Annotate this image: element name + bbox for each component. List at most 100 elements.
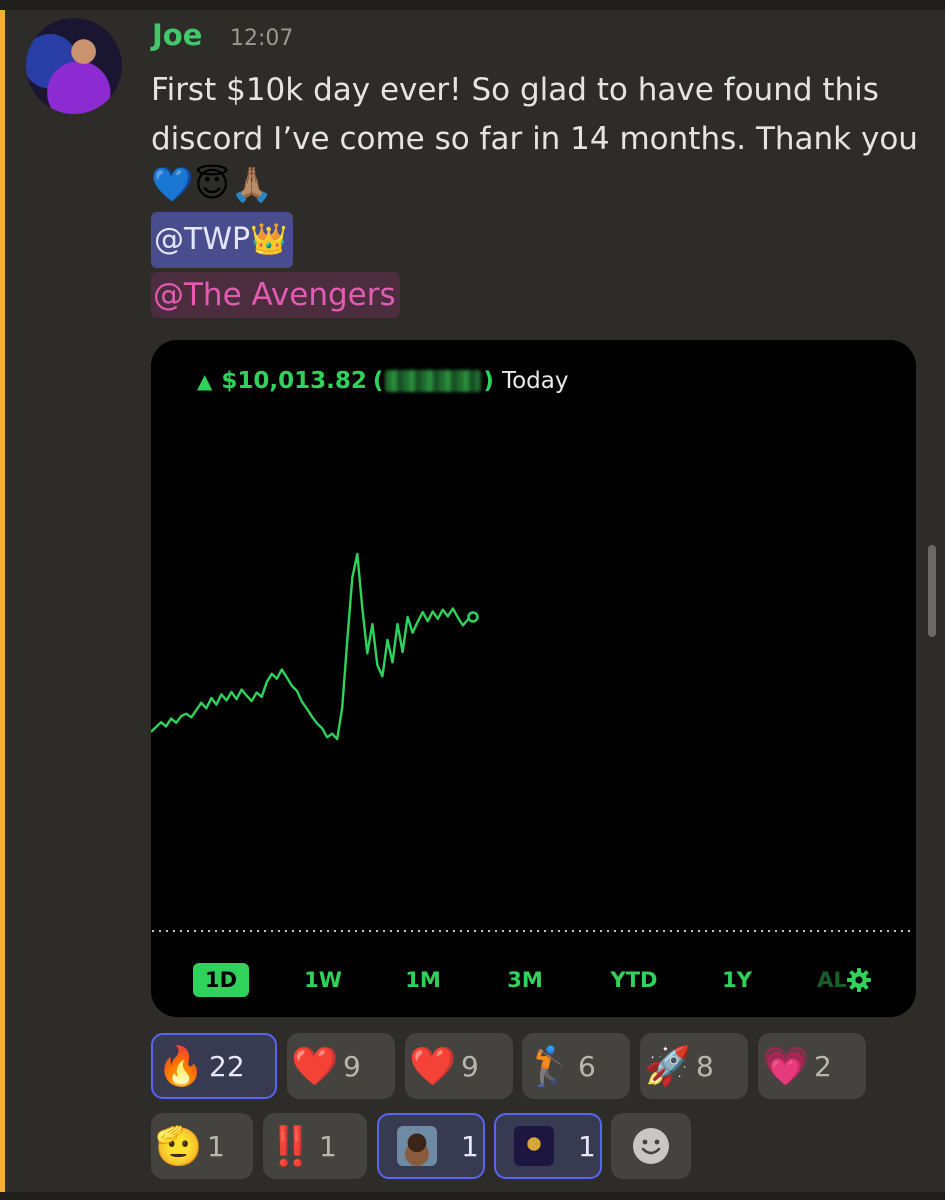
reaction-rocket[interactable]: 🚀 8: [640, 1033, 748, 1099]
baseline-dot: [711, 929, 715, 933]
baseline-dot: [249, 929, 253, 933]
baseline-dot: [732, 929, 736, 933]
gear-icon[interactable]: [846, 967, 872, 993]
scrollbar-thumb[interactable]: [928, 545, 936, 637]
reaction-red-heart-2[interactable]: ❤️ 9: [405, 1033, 513, 1099]
baseline-dot: [410, 929, 414, 933]
reaction-custom-crest[interactable]: 1: [494, 1113, 602, 1179]
baseline-dot: [753, 929, 757, 933]
baseline-dot: [641, 929, 645, 933]
fire-emoji: 🔥: [157, 1044, 205, 1088]
role-mention-twp[interactable]: @TWP 👑: [151, 212, 294, 268]
reaction-count: 1: [319, 1129, 337, 1163]
baseline-dot: [235, 929, 239, 933]
reaction-count: 6: [578, 1049, 596, 1083]
baseline-dot: [242, 929, 246, 933]
chart-series-line: [151, 552, 474, 741]
author-name[interactable]: Joe: [152, 18, 202, 52]
baseline-dot: [473, 929, 477, 933]
baseline-dot: [291, 929, 295, 933]
baseline-dot: [802, 929, 806, 933]
baseline-dot: [326, 929, 330, 933]
role-mention-avengers[interactable]: @The Avengers: [151, 272, 400, 318]
baseline-dot: [578, 929, 582, 933]
baseline-dot: [543, 929, 547, 933]
baseline-dot: [417, 929, 421, 933]
pink-heart-emoji: 💗: [762, 1044, 810, 1088]
baseline-dot: [893, 929, 897, 933]
baseline-dot: [879, 929, 883, 933]
reaction-red-heart[interactable]: ❤️ 9: [287, 1033, 395, 1099]
baseline-dot: [564, 929, 568, 933]
message-timestamp[interactable]: 12:07: [230, 26, 293, 51]
baseline-dot: [592, 929, 596, 933]
baseline-dot: [368, 929, 372, 933]
reaction-count: 8: [696, 1049, 714, 1083]
baseline-dot: [263, 929, 267, 933]
baseline-dot: [522, 929, 526, 933]
baseline-dot: [186, 929, 190, 933]
range-tab-3m[interactable]: 3M: [505, 963, 545, 997]
baseline-dot: [305, 929, 309, 933]
baseline-dot: [172, 929, 176, 933]
baseline-dot: [270, 929, 274, 933]
range-tab-all[interactable]: AL: [815, 963, 849, 997]
baseline-dot: [851, 929, 855, 933]
baseline-dot: [886, 929, 890, 933]
baseline-dot: [319, 929, 323, 933]
baseline-dot: [760, 929, 764, 933]
baseline-dot: [445, 929, 449, 933]
reaction-pink-heart[interactable]: 💗 2: [758, 1033, 866, 1099]
baseline-dot: [515, 929, 519, 933]
bottom-strip: [0, 1192, 945, 1200]
baseline-dot: [725, 929, 729, 933]
range-tab-1m[interactable]: 1M: [403, 963, 443, 997]
baseline-dot: [347, 929, 351, 933]
reaction-count: 1: [461, 1129, 479, 1163]
baseline-dot: [193, 929, 197, 933]
baseline-dot: [550, 929, 554, 933]
baseline-dot: [816, 929, 820, 933]
baseline-dot: [424, 929, 428, 933]
baseline-dot: [452, 929, 456, 933]
range-tab-1w[interactable]: 1W: [303, 963, 343, 997]
reaction-double-exclamation[interactable]: ‼️ 1: [263, 1113, 367, 1179]
baseline-dot: [809, 929, 813, 933]
baseline-dot: [634, 929, 638, 933]
reaction-count: 2: [814, 1049, 832, 1083]
baseline-dot: [375, 929, 379, 933]
baseline-dot: [676, 929, 680, 933]
baseline-dot: [613, 929, 617, 933]
add-reaction-button[interactable]: [611, 1113, 691, 1179]
range-tab-1y[interactable]: 1Y: [719, 963, 755, 997]
baseline-dot: [585, 929, 589, 933]
baseline-dot: [781, 929, 785, 933]
baseline-dot: [669, 929, 673, 933]
range-tab-1d[interactable]: 1D: [193, 963, 249, 997]
baseline-dot: [382, 929, 386, 933]
range-tab-ytd[interactable]: YTD: [609, 963, 659, 997]
baseline-dot: [284, 929, 288, 933]
baseline-dot: [466, 929, 470, 933]
reaction-custom-face[interactable]: 1: [377, 1113, 485, 1179]
baseline-dot: [872, 929, 876, 933]
baseline-dot: [459, 929, 463, 933]
baseline-dot: [431, 929, 435, 933]
baseline-dot: [697, 929, 701, 933]
smiley-icon: [633, 1128, 669, 1164]
baseline-dot: [494, 929, 498, 933]
reaction-salute[interactable]: 🫡 1: [151, 1113, 253, 1179]
baseline-dot: [844, 929, 848, 933]
image-attachment[interactable]: ▲ $10,013.82 ( ) Today 1D 1W 1M 3M YTD 1…: [151, 340, 916, 1017]
baseline-dot: [403, 929, 407, 933]
baseline-dot: [648, 929, 652, 933]
reaction-golfer[interactable]: 🏌🏽 6: [522, 1033, 630, 1099]
reaction-fire[interactable]: 🔥 22: [151, 1033, 277, 1099]
baseline-dot: [690, 929, 694, 933]
golfer-emoji: 🏌🏽: [526, 1044, 574, 1088]
baseline-dot: [739, 929, 743, 933]
baseline-dot: [865, 929, 869, 933]
baseline-dot: [214, 929, 218, 933]
author-avatar[interactable]: [26, 18, 122, 114]
baseline-dot: [662, 929, 666, 933]
